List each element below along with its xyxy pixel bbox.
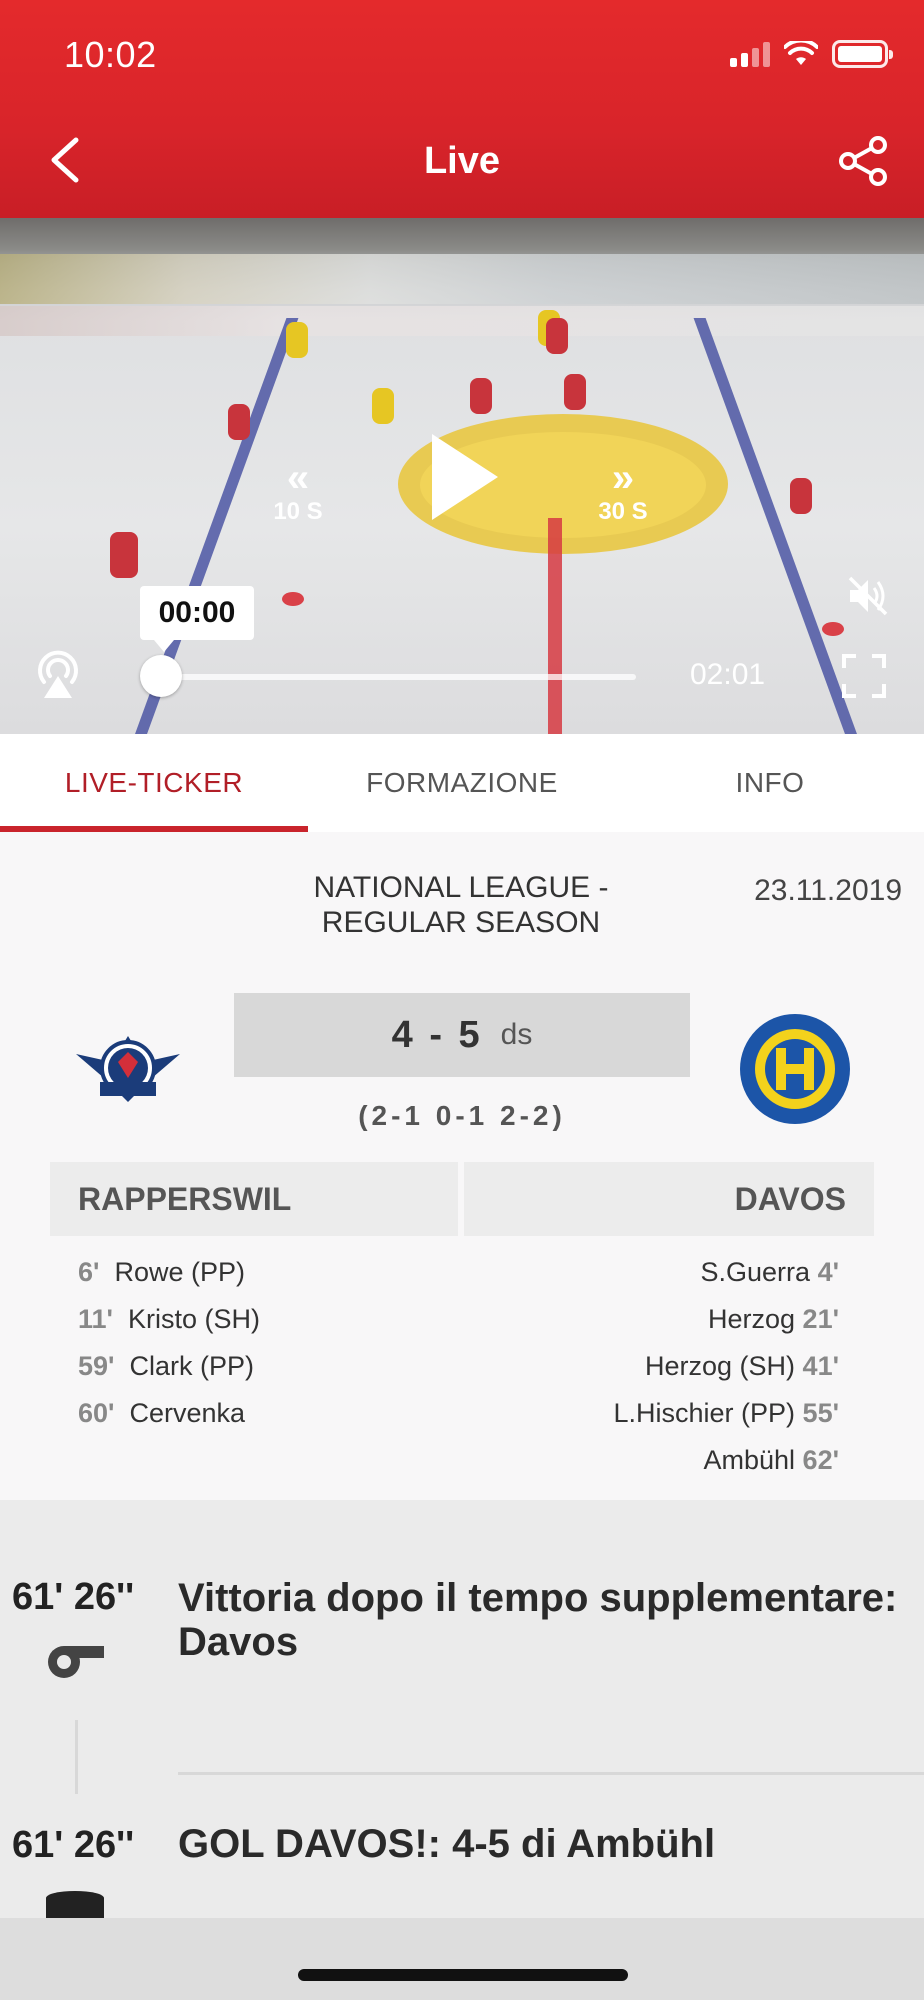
goal-row: Herzog (SH) 41': [645, 1351, 839, 1381]
score: 4 - 5: [391, 1013, 483, 1056]
rewind-icon: «: [286, 456, 310, 500]
away-team-name: DAVOS: [464, 1162, 874, 1236]
league-name: NATIONAL LEAGUE - REGULAR SEASON: [280, 870, 642, 940]
video-frame-faceoff-spot: [282, 592, 304, 606]
ticker-separator: [178, 1772, 924, 1775]
video-frame-player: [110, 532, 138, 578]
home-goals-list: 6' Rowe (PP) 11' Kristo (SH) 59' Clark (…: [78, 1252, 260, 1440]
goal-row: L.Hischier (PP) 55': [613, 1398, 839, 1428]
duration-label: 02:01: [690, 658, 766, 691]
home-indicator-area: [0, 1918, 924, 2000]
video-frame-player: [564, 374, 586, 410]
goal-row: Herzog 21': [707, 1304, 839, 1334]
score-suffix: ds: [500, 1018, 533, 1051]
goal-row: S.Guerra 4': [700, 1257, 840, 1287]
forward-icon: »: [611, 456, 635, 500]
tab-info[interactable]: INFO: [616, 734, 924, 832]
cellular-signal-icon: [730, 41, 770, 67]
goal-row: 60' Cervenka: [78, 1398, 246, 1428]
ticker-connector: [75, 1720, 78, 1794]
goal-row: Ambühl 62': [703, 1445, 839, 1475]
video-frame-player: [470, 378, 492, 414]
share-icon[interactable]: [836, 133, 892, 189]
rewind-button[interactable]: « 10 S: [258, 458, 338, 526]
league-line-1: NATIONAL LEAGUE -: [313, 871, 609, 904]
tab-live-ticker[interactable]: LIVE-TICKER: [0, 734, 308, 832]
video-player[interactable]: « 10 S » 30 S 00:00 02:01: [0, 218, 924, 734]
puck-icon: [46, 1891, 104, 1918]
status-icons: [730, 40, 893, 68]
status-time: 10:02: [64, 34, 157, 75]
video-frame-boards: [0, 254, 924, 304]
home-indicator[interactable]: [298, 1969, 628, 1981]
ticker-time: 61' 26'': [12, 1824, 135, 1866]
goal-row: 11' Kristo (SH): [78, 1304, 260, 1334]
video-frame-player: [228, 404, 250, 440]
rewind-label: 10 S: [273, 498, 323, 525]
video-frame-player: [546, 318, 568, 354]
video-frame-player: [790, 478, 812, 514]
whistle-icon: [48, 1646, 104, 1678]
period-scores: (2-1 0-1 2-2): [358, 1100, 566, 1131]
match-date: 23.11.2019: [754, 874, 902, 907]
current-time-tooltip: 00:00: [140, 586, 254, 652]
video-frame-player: [372, 388, 394, 424]
video-frame-faceoff-spot: [822, 622, 844, 636]
ticker-text: Vittoria dopo il tempo supplementare: Da…: [178, 1576, 898, 1664]
ticker-time: 61' 26'': [12, 1576, 135, 1618]
home-team-name: RAPPERSWIL: [50, 1162, 458, 1236]
score-box: 4 - 5 ds: [234, 993, 690, 1077]
wifi-icon: [784, 41, 818, 65]
away-goals-list: S.Guerra 4' Herzog 21' Herzog (SH) 41' L…: [613, 1252, 839, 1487]
goal-row: 59' Clark (PP): [78, 1351, 254, 1381]
video-frame-red-line: [548, 518, 562, 734]
page-title: Live: [423, 140, 501, 182]
forward-label: 30 S: [598, 498, 648, 525]
battery-icon: [832, 40, 893, 68]
progress-scrubber[interactable]: [140, 655, 182, 697]
rapperswil-logo: [76, 1036, 180, 1102]
progress-track[interactable]: [160, 674, 636, 680]
play-button[interactable]: [428, 432, 500, 522]
ticker-text: GOL DAVOS!: 4-5 di Ambühl: [178, 1822, 716, 1866]
davos-logo: [740, 1014, 850, 1124]
league-line-2: REGULAR SEASON: [321, 906, 601, 939]
forward-button[interactable]: » 30 S: [583, 458, 663, 526]
goal-row: 6' Rowe (PP): [78, 1257, 245, 1287]
airplay-icon[interactable]: [30, 646, 86, 702]
app-header: 10:02 Live: [0, 0, 924, 218]
video-frame-player: [286, 322, 308, 358]
mute-icon[interactable]: [846, 576, 892, 616]
tab-bar: LIVE-TICKER FORMAZIONE INFO: [0, 734, 924, 832]
video-frame-boards-lower: [0, 306, 924, 336]
fullscreen-icon[interactable]: [842, 654, 886, 698]
tab-formazione[interactable]: FORMAZIONE: [308, 734, 616, 832]
